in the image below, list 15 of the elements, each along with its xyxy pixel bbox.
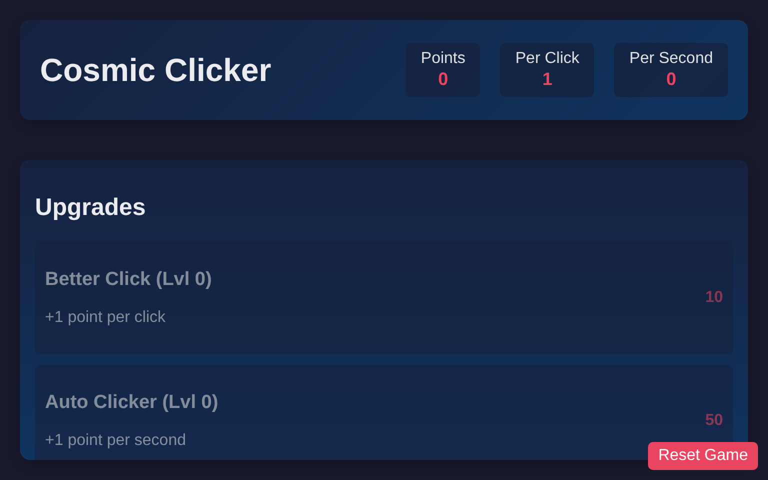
game-title: Cosmic Clicker xyxy=(40,52,272,88)
upgrade-description: +1 point per second xyxy=(45,432,187,450)
stat-label: Points xyxy=(420,50,466,68)
upgrades-heading: Upgrades xyxy=(35,194,147,222)
stat-value: 0 xyxy=(666,68,676,90)
stat-label: Per Second xyxy=(629,50,713,68)
stat-value: 0 xyxy=(438,68,448,90)
upgrade-cost: 10 xyxy=(705,289,723,307)
upgrade-cost: 50 xyxy=(705,412,723,430)
reset-button[interactable]: Reset Game xyxy=(648,442,758,470)
stat-value: 1 xyxy=(542,68,552,90)
upgrade-name: Better Click (Lvl 0) xyxy=(45,269,212,291)
stat-label: Per Click xyxy=(515,50,580,68)
upgrade-name: Auto Clicker (Lvl 0) xyxy=(45,392,218,414)
upgrade-description: +1 point per click xyxy=(45,309,167,327)
